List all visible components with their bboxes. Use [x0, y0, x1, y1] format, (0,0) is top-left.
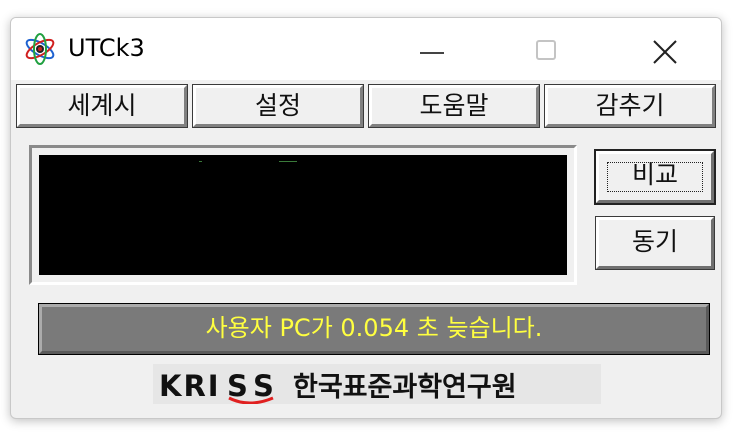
compare-label: 비교	[631, 160, 678, 189]
time-display	[39, 155, 567, 275]
hide-button[interactable]: 감추기	[544, 84, 716, 128]
kriss-logo-image: KRI S S 한국표준과학연구원	[159, 369, 517, 405]
close-icon	[653, 40, 677, 64]
app-window: UTCk3 세계시 설정 도움말 감추기 비교 동기 사용자 PC가 0.054…	[10, 17, 722, 419]
world-clock-button[interactable]: 세계시	[16, 84, 188, 128]
kriss-logo: KRI S S 한국표준과학연구원	[153, 364, 601, 405]
title-bar[interactable]: UTCk3	[11, 18, 721, 80]
svg-text:KRI: KRI	[159, 369, 221, 403]
maximize-icon	[536, 40, 556, 60]
maximize-button[interactable]	[521, 28, 571, 72]
display-artifact	[199, 161, 202, 162]
display-artifact	[279, 161, 297, 162]
window-title: UTCk3	[68, 34, 145, 62]
time-display-frame	[29, 145, 577, 285]
compare-button[interactable]: 비교	[594, 149, 716, 205]
svg-text:한국표준과학연구원: 한국표준과학연구원	[293, 372, 517, 403]
sync-button[interactable]: 동기	[595, 216, 715, 270]
help-button[interactable]: 도움말	[368, 84, 540, 128]
status-message: 사용자 PC가 0.054 초 늦습니다.	[38, 303, 710, 355]
settings-button[interactable]: 설정	[192, 84, 364, 128]
minimize-icon	[420, 52, 444, 54]
minimize-button[interactable]	[406, 28, 456, 72]
atom-icon	[23, 32, 57, 66]
close-button[interactable]	[639, 28, 689, 72]
